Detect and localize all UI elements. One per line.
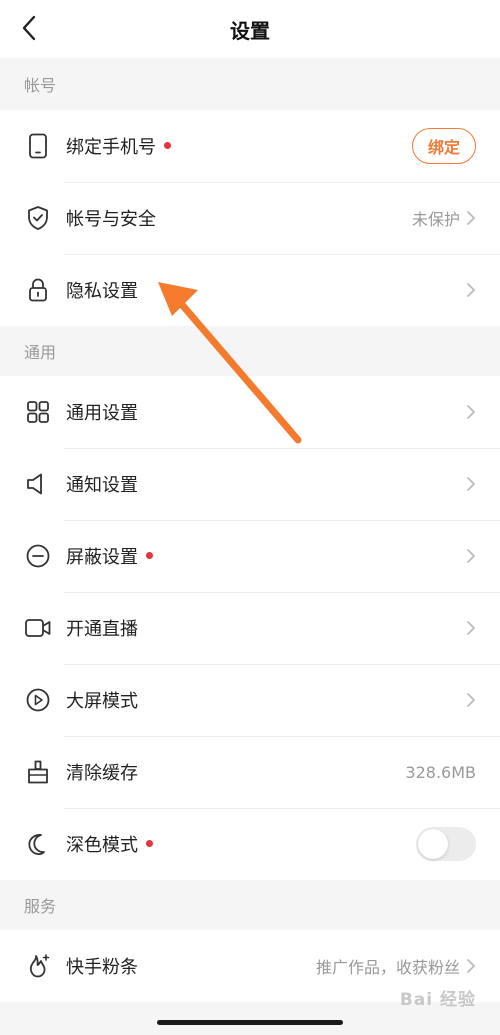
chevron-right-icon — [466, 548, 476, 564]
lock-icon — [24, 276, 52, 304]
new-badge-dot — [164, 141, 171, 149]
play-icon — [24, 686, 52, 714]
chevron-right-icon — [466, 476, 476, 492]
moon-icon — [24, 830, 52, 858]
dark-mode-label: 深色模式 — [66, 835, 138, 856]
new-badge-dot — [146, 839, 153, 847]
general-settings-label: 通用设置 — [66, 403, 138, 424]
watermark: Bai 经验 — [399, 990, 476, 1010]
live-stream-label: 开通直播 — [66, 619, 138, 640]
shield-icon — [24, 204, 52, 232]
block-settings-row[interactable]: 屏蔽设置 — [0, 520, 500, 592]
security-status-text: 未保护 — [411, 210, 460, 229]
security-status: 未保护 — [412, 206, 476, 230]
dark-mode-row: 深色模式 — [0, 808, 500, 880]
kuaishou-fans-label: 快手粉条 — [66, 957, 138, 978]
big-screen-label: 大屏模式 — [66, 691, 138, 712]
chevron-right-icon — [466, 692, 476, 708]
chevron-right-icon — [466, 620, 476, 636]
block-settings-label: 屏蔽设置 — [66, 547, 138, 568]
new-badge-dot — [146, 551, 153, 559]
live-stream-row[interactable]: 开通直播 — [0, 592, 500, 664]
page-title: 设置 — [230, 18, 270, 43]
section-header-account: 帐号 — [0, 58, 500, 110]
fire-plus-icon — [24, 952, 52, 980]
speaker-icon — [24, 470, 52, 498]
block-icon — [24, 542, 52, 570]
clear-cache-label: 清除缓存 — [66, 763, 138, 784]
kuaishou-fans-desc: 推广作品，收获粉丝 — [315, 958, 460, 977]
dark-mode-toggle[interactable] — [416, 827, 476, 861]
clear-cache-row[interactable]: 清除缓存 328.6MB — [0, 736, 500, 808]
chevron-left-icon — [22, 15, 36, 41]
account-security-row[interactable]: 帐号与安全 未保护 — [0, 182, 500, 254]
chevron-right-icon — [466, 210, 476, 226]
chevron-right-icon — [466, 404, 476, 420]
bind-button[interactable]: 绑定 — [412, 128, 476, 164]
account-security-label: 帐号与安全 — [66, 209, 156, 230]
video-camera-icon — [24, 614, 52, 642]
section-header-general: 通用 — [0, 326, 500, 376]
bind-phone-label: 绑定手机号 — [66, 137, 156, 158]
notification-settings-label: 通知设置 — [66, 475, 138, 496]
chevron-right-icon — [466, 282, 476, 298]
broom-icon — [24, 758, 52, 786]
general-group: 通用设置 通知设置 屏蔽设置 开通直播 大屏模式 清除缓存 328.6MB 深色… — [0, 376, 500, 880]
home-indicator — [157, 1020, 343, 1025]
phone-icon — [24, 132, 52, 160]
privacy-settings-row[interactable]: 隐私设置 — [0, 254, 500, 326]
bind-phone-row[interactable]: 绑定手机号 绑定 — [0, 110, 500, 182]
big-screen-row[interactable]: 大屏模式 — [0, 664, 500, 736]
back-button[interactable] — [14, 12, 44, 44]
grid-icon — [24, 398, 52, 426]
account-group: 绑定手机号 绑定 帐号与安全 未保护 隐私设置 — [0, 110, 500, 326]
chevron-right-icon — [466, 958, 476, 974]
general-settings-row[interactable]: 通用设置 — [0, 376, 500, 448]
toggle-knob — [418, 829, 448, 859]
privacy-settings-label: 隐私设置 — [66, 281, 138, 302]
nav-bar: 设置 — [0, 0, 500, 58]
cache-size: 328.6MB — [405, 762, 476, 782]
notification-settings-row[interactable]: 通知设置 — [0, 448, 500, 520]
section-header-service: 服务 — [0, 880, 500, 930]
